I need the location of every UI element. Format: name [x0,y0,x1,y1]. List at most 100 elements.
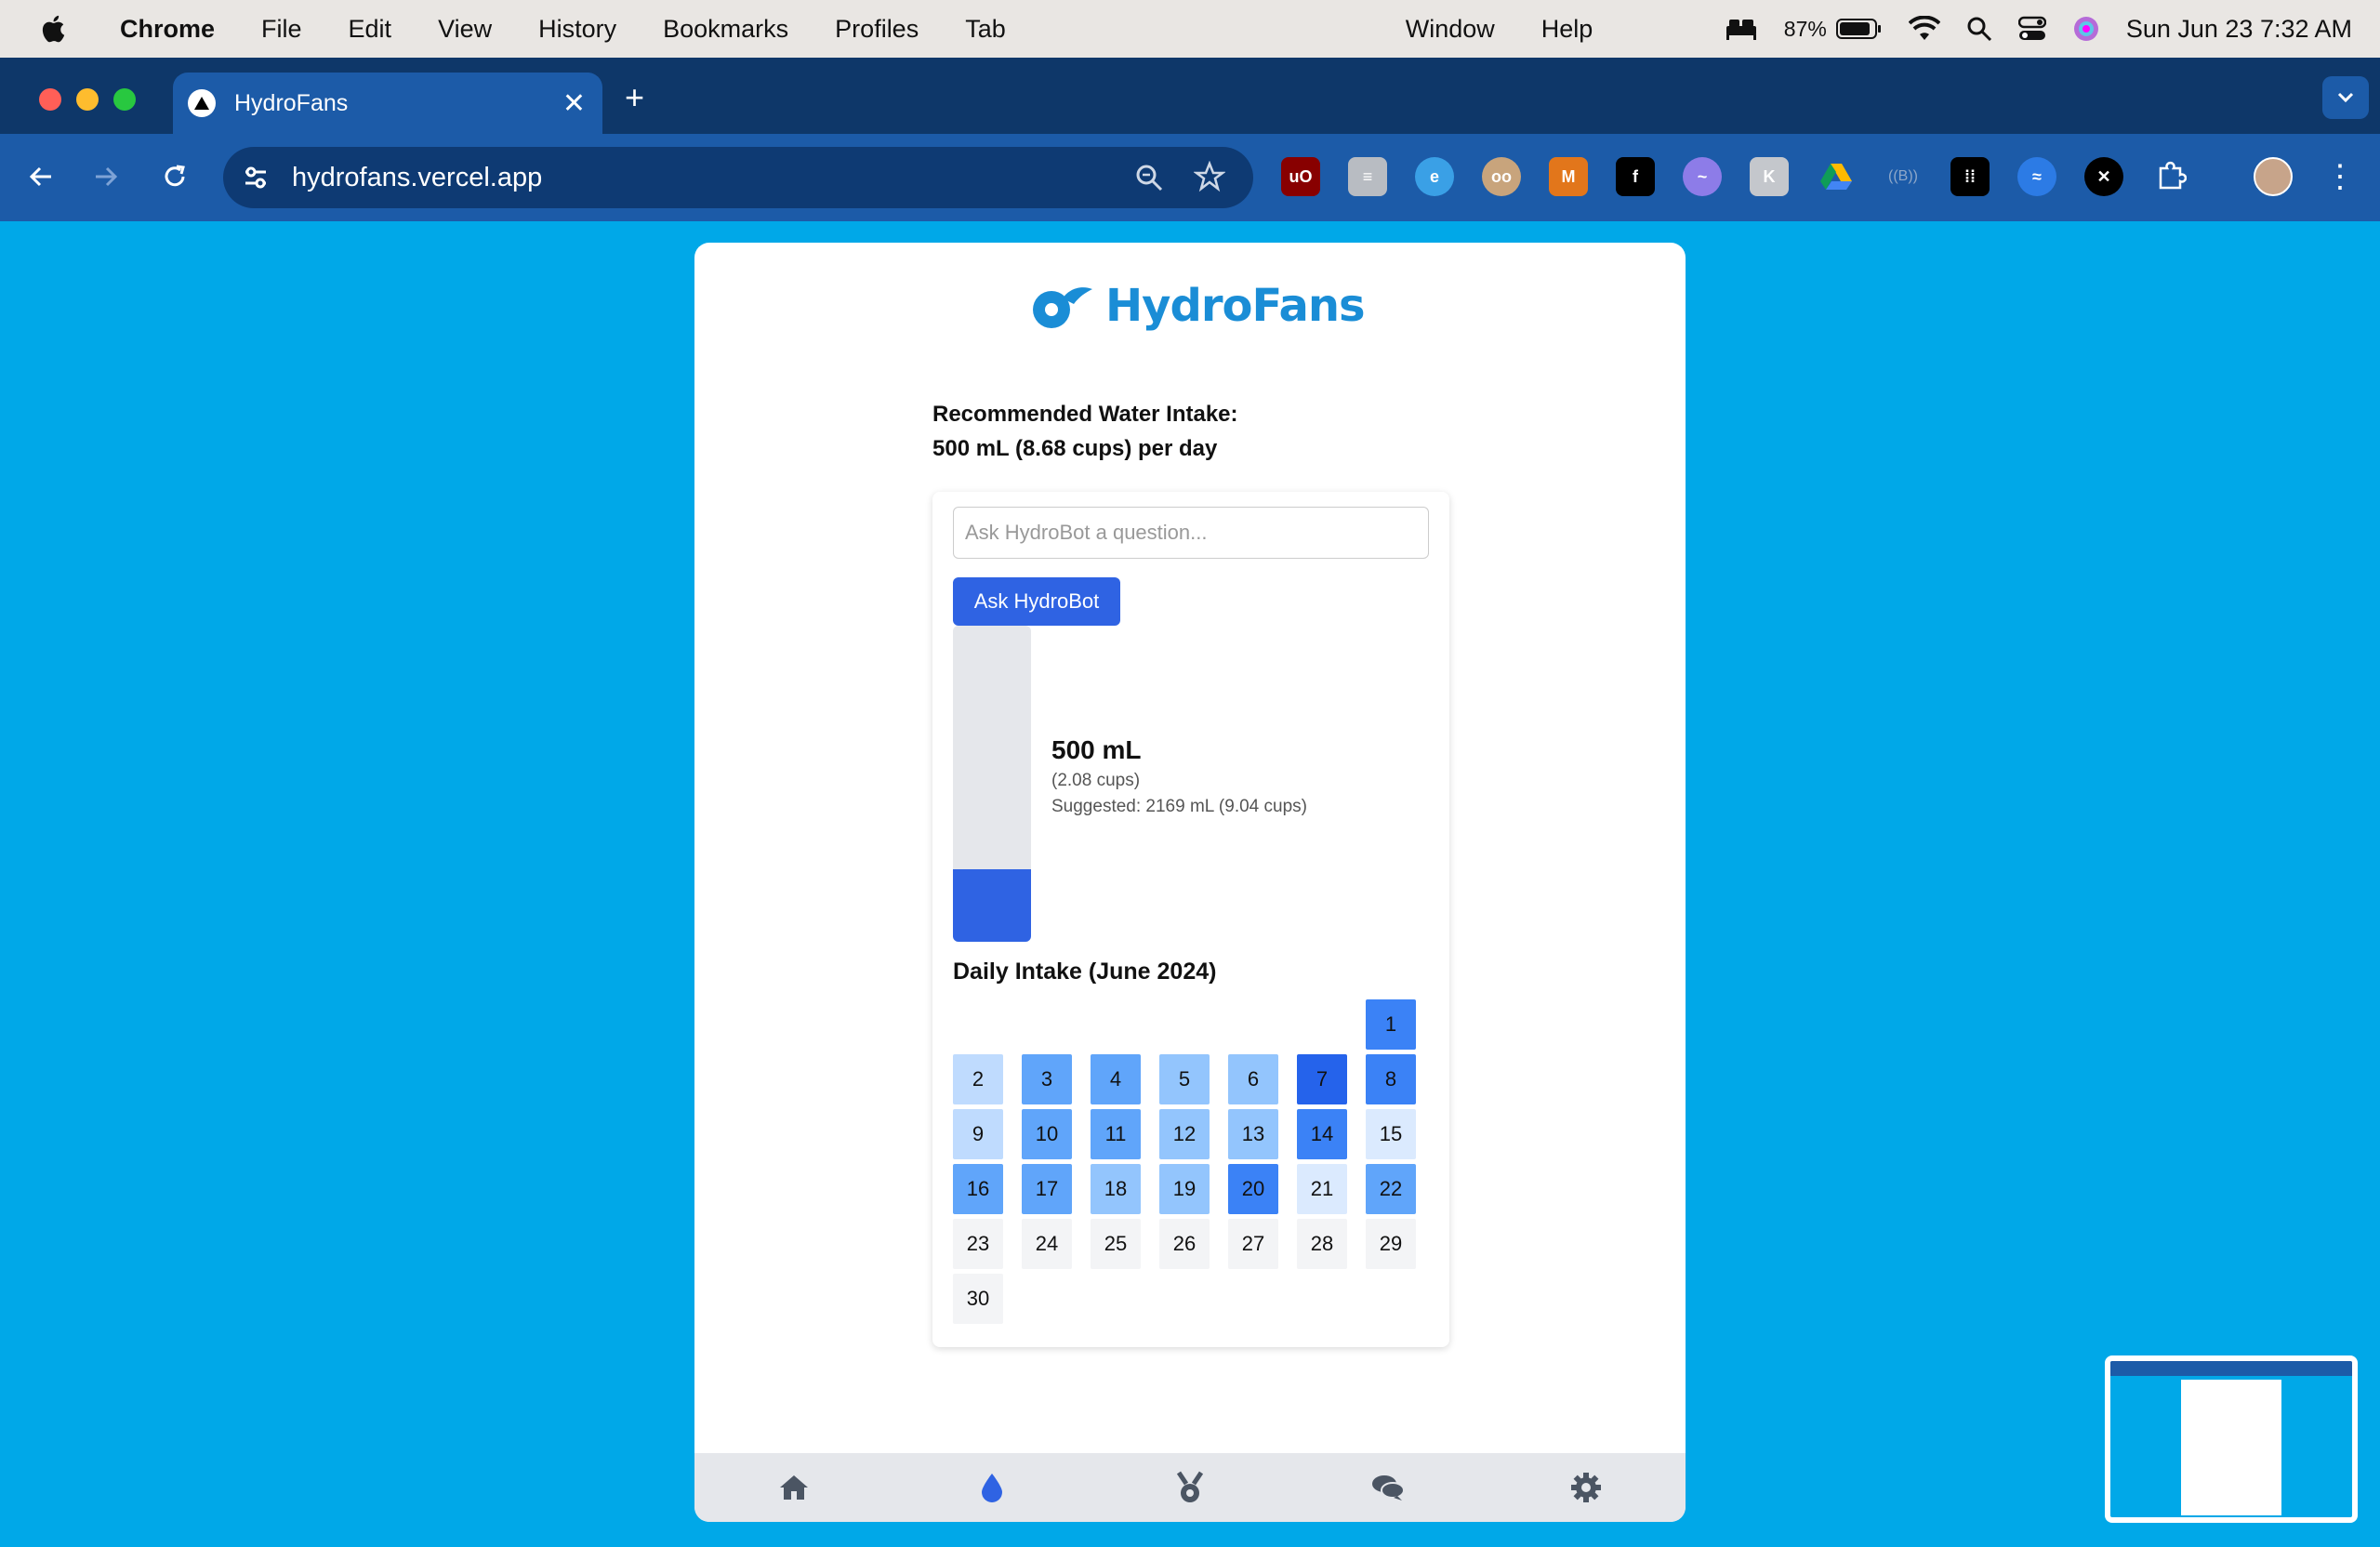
b-extension-icon[interactable]: ((B)) [1884,157,1923,196]
new-tab-button[interactable]: + [625,78,644,117]
tab-hydrofans[interactable]: HydroFans ✕ [173,73,602,134]
browser-toolbar: hydrofans.vercel.app uO ≡ e oo M f ~ K (… [0,134,2380,221]
notes-extension-icon[interactable]: ≡ [1348,157,1387,196]
tab-title: HydroFans [234,89,349,116]
close-window-button[interactable] [39,88,61,111]
x-extension-icon[interactable]: ✕ [2084,157,2123,196]
calendar-day[interactable]: 25 [1091,1219,1141,1269]
calendar-day[interactable]: 17 [1022,1164,1072,1214]
water-drop-icon[interactable] [973,1469,1011,1506]
medal-icon[interactable] [1171,1469,1209,1506]
intake-amount: 500 mL [1051,735,1142,764]
minimize-window-button[interactable] [76,88,99,111]
calendar-day[interactable]: 24 [1022,1219,1072,1269]
home-icon[interactable] [775,1469,813,1506]
extensions-puzzle-icon[interactable] [2151,157,2190,196]
menu-tab[interactable]: Tab [965,15,1006,44]
calendar-day[interactable]: 14 [1297,1109,1347,1159]
menu-profiles[interactable]: Profiles [835,15,919,44]
menu-window[interactable]: Window [1406,15,1495,44]
google-drive-icon[interactable] [1817,157,1856,196]
recommended-value: 500 mL (8.68 cups) per day [932,436,1218,461]
apple-icon[interactable] [39,13,71,45]
calendar-day[interactable]: 23 [953,1219,1003,1269]
ask-hydrobot-input[interactable]: Ask HydroBot a question... [953,507,1429,559]
wifi-icon[interactable] [1908,16,1940,42]
calendar-day[interactable]: 5 [1159,1054,1210,1104]
profile-avatar[interactable] [2254,157,2293,196]
calendar-day[interactable]: 21 [1297,1164,1347,1214]
zoom-icon[interactable] [1134,163,1164,200]
menu-file[interactable]: File [261,15,302,44]
cloud-extension-icon[interactable]: ~ [1683,157,1722,196]
chat-icon[interactable] [1369,1469,1407,1506]
owl-extension-icon[interactable]: oo [1482,157,1521,196]
bed-icon[interactable] [1725,17,1758,41]
tab-search-button[interactable] [2322,76,2369,119]
control-center-icon[interactable] [2017,16,2046,42]
screenshot-thumbnail-image [2110,1361,2352,1517]
calendar-day[interactable]: 6 [1228,1054,1278,1104]
bookmark-star-icon[interactable] [1193,160,1226,200]
calendar-day[interactable]: 10 [1022,1109,1072,1159]
water-gauge-fill [953,868,1031,942]
calendar-day[interactable]: 15 [1366,1109,1416,1159]
thumbnail-toolbar [2110,1361,2352,1376]
edge-extension-icon[interactable]: e [1415,157,1454,196]
address-bar[interactable]: hydrofans.vercel.app [223,147,1253,208]
calendar-day[interactable]: 12 [1159,1109,1210,1159]
menu-bookmarks[interactable]: Bookmarks [663,15,788,44]
menu-bar: Chrome File Edit View History Bookmarks … [0,0,2380,58]
siri-icon[interactable] [2072,15,2100,43]
calendar-day[interactable]: 22 [1366,1164,1416,1214]
calendar-day[interactable]: 28 [1297,1219,1347,1269]
back-button[interactable] [22,158,60,195]
menu-view[interactable]: View [438,15,492,44]
menu-help[interactable]: Help [1541,15,1593,44]
close-tab-icon[interactable]: ✕ [562,87,586,120]
calendar-day[interactable]: 11 [1091,1109,1141,1159]
calendar-day[interactable]: 29 [1366,1219,1416,1269]
site-info-icon[interactable] [242,164,270,192]
calendar-day[interactable]: 18 [1091,1164,1141,1214]
more-menu-icon[interactable]: ⋮ [2324,158,2356,195]
calendar-day[interactable]: 19 [1159,1164,1210,1214]
k-extension-icon[interactable]: K [1750,157,1789,196]
ublock-extension-icon[interactable]: uO [1281,157,1320,196]
spotlight-search-icon[interactable] [1966,16,1992,42]
battery-icon[interactable] [1835,18,1883,40]
gear-icon[interactable] [1567,1469,1605,1506]
calendar-day[interactable]: 27 [1228,1219,1278,1269]
suggested-intake: Suggested: 2169 mL (9.04 cups) [1051,797,1307,816]
calendar-day[interactable]: 26 [1159,1219,1210,1269]
calendar-day[interactable]: 9 [953,1109,1003,1159]
forward-button[interactable] [87,158,125,195]
water-gauge [953,626,1031,942]
menu-edit[interactable]: Edit [349,15,392,44]
calendar-day[interactable]: 30 [953,1274,1003,1324]
menu-history[interactable]: History [538,15,616,44]
menu-clock[interactable]: Sun Jun 23 7:32 AM [2126,15,2352,44]
calendar-day[interactable]: 4 [1091,1054,1141,1104]
calendar-day[interactable]: 13 [1228,1109,1278,1159]
reload-button[interactable] [156,158,193,195]
calendar-day[interactable]: 3 [1022,1054,1072,1104]
zoom-window-button[interactable] [113,88,136,111]
grid-extension-icon[interactable]: ⁞⁞ [1950,157,1990,196]
calendar-title: Daily Intake (June 2024) [953,959,1217,985]
wave-extension-icon[interactable]: ≈ [2017,157,2056,196]
screenshot-thumbnail[interactable] [2105,1355,2358,1523]
thumbnail-card [2181,1380,2281,1515]
url-text[interactable]: hydrofans.vercel.app [292,163,542,193]
metamask-extension-icon[interactable]: M [1549,157,1588,196]
hydrofans-logo-icon [1033,287,1092,328]
menu-app-name[interactable]: Chrome [120,15,215,44]
f-extension-icon[interactable]: f [1616,157,1655,196]
calendar-day[interactable]: 1 [1366,999,1416,1050]
calendar-day[interactable]: 8 [1366,1054,1416,1104]
calendar-day[interactable]: 2 [953,1054,1003,1104]
calendar-day[interactable]: 20 [1228,1164,1278,1214]
calendar-day[interactable]: 16 [953,1164,1003,1214]
calendar-day[interactable]: 7 [1297,1054,1347,1104]
ask-hydrobot-button[interactable]: Ask HydroBot [953,577,1120,626]
